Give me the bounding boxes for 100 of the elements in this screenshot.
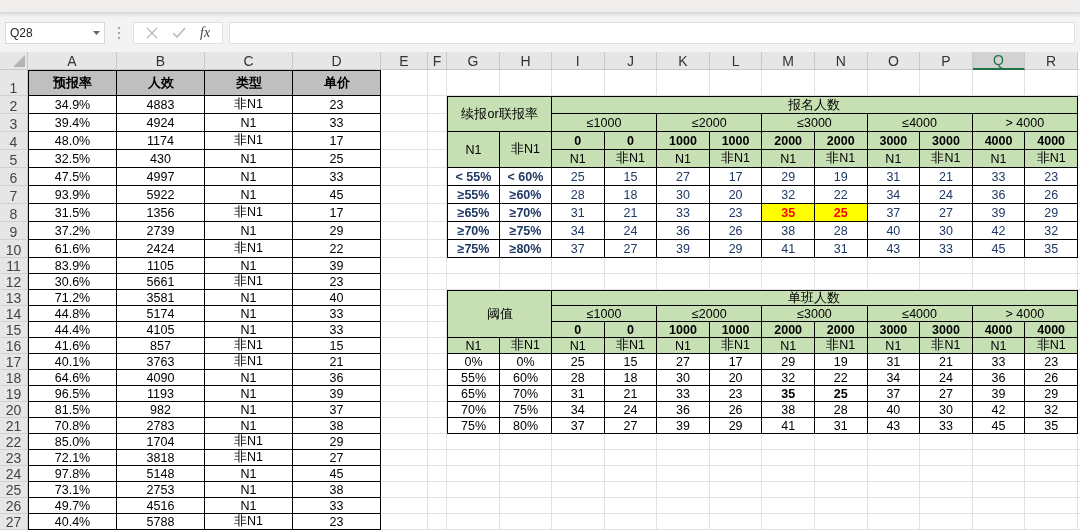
row-header[interactable]: 4: [0, 132, 28, 150]
table-cell: 44.8%: [28, 306, 117, 322]
row-header[interactable]: 24: [0, 466, 28, 482]
column-header[interactable]: D: [293, 52, 381, 70]
row-header[interactable]: 15: [0, 322, 28, 338]
row-label: 75%: [447, 418, 500, 434]
row-header[interactable]: 7: [0, 186, 28, 204]
row-header[interactable]: 25: [0, 482, 28, 498]
table-cell: 72.1%: [28, 450, 117, 466]
row-header[interactable]: 17: [0, 354, 28, 370]
row-header[interactable]: 1: [0, 70, 28, 96]
row-header[interactable]: 5: [0, 150, 28, 168]
table-heading: 0: [552, 132, 605, 150]
table-cell: 29: [293, 434, 381, 450]
table-cell: 29: [293, 222, 381, 240]
table-cell: 28: [814, 222, 868, 240]
row-header[interactable]: 27: [0, 514, 28, 530]
table-cell: 27: [657, 354, 710, 370]
column-header[interactable]: Q: [972, 52, 1026, 70]
column-header[interactable]: N: [814, 52, 868, 70]
row-label: ≥60%: [500, 186, 552, 204]
table-cell: 34: [867, 186, 921, 204]
table-cell: 28: [814, 402, 868, 418]
row-header[interactable]: 11: [0, 258, 28, 274]
column-header[interactable]: E: [381, 52, 428, 70]
row-header[interactable]: 22: [0, 434, 28, 450]
table-cell: 4105: [117, 322, 205, 338]
table-cell: 39: [972, 386, 1026, 402]
table-cell: 2424: [117, 240, 205, 258]
row-header[interactable]: 20: [0, 402, 28, 418]
row-header[interactable]: 12: [0, 274, 28, 290]
row-header[interactable]: 21: [0, 418, 28, 434]
table-cell: 38: [293, 482, 381, 498]
column-header[interactable]: I: [552, 52, 605, 70]
select-all-icon[interactable]: [13, 55, 25, 67]
table-cell: 37: [552, 418, 605, 434]
table-cell: 17: [709, 354, 763, 370]
table-heading: N1: [552, 150, 605, 168]
table-cell: 36: [657, 402, 710, 418]
row-header[interactable]: 6: [0, 168, 28, 186]
caret-icon: [93, 31, 100, 35]
table-heading: 2000: [762, 322, 815, 338]
table-heading: > 4000: [972, 306, 1078, 322]
row-header[interactable]: 9: [0, 222, 28, 240]
row-header[interactable]: 26: [0, 498, 28, 514]
table-cell: 23: [1025, 354, 1078, 370]
table-cell: 22: [293, 240, 381, 258]
table-heading: 非N1: [604, 150, 658, 168]
table-cell: 45: [972, 418, 1026, 434]
column-header[interactable]: M: [762, 52, 815, 70]
table-cell: 33: [293, 168, 381, 186]
row-header[interactable]: 3: [0, 114, 28, 132]
formula-field[interactable]: [229, 22, 1075, 44]
table-cell: 430: [117, 150, 205, 168]
row-header[interactable]: 10: [0, 240, 28, 258]
table-cell: 33: [657, 386, 710, 402]
table-heading: ≤1000: [552, 114, 658, 132]
column-header[interactable]: G: [447, 52, 500, 70]
table-cell: 49.7%: [28, 498, 117, 514]
table-cell: 73.1%: [28, 482, 117, 498]
name-box[interactable]: Q28: [5, 22, 105, 44]
table-cell: N1: [205, 386, 293, 402]
check-icon[interactable]: [172, 27, 186, 39]
column-header[interactable]: B: [117, 52, 205, 70]
column-header[interactable]: F: [428, 52, 447, 70]
row-header[interactable]: 13: [0, 290, 28, 306]
row-header[interactable]: 8: [0, 204, 28, 222]
table-cell: 37: [552, 240, 605, 258]
cancel-icon[interactable]: [146, 27, 158, 39]
table-cell: 23: [293, 96, 381, 114]
table-cell: 40: [867, 222, 921, 240]
row-header[interactable]: 23: [0, 450, 28, 466]
row-header[interactable]: 19: [0, 386, 28, 402]
column-header[interactable]: L: [709, 52, 763, 70]
row-header[interactable]: 2: [0, 96, 28, 114]
table-cell: 非N1: [205, 450, 293, 466]
row-header[interactable]: 16: [0, 338, 28, 354]
table-cell: 39: [293, 386, 381, 402]
drag-handle-icon[interactable]: [116, 26, 122, 40]
column-header[interactable]: P: [920, 52, 973, 70]
column-header[interactable]: A: [28, 52, 117, 70]
column-header[interactable]: R: [1025, 52, 1078, 70]
table-cell: 32: [1025, 222, 1078, 240]
table-cell: 24: [604, 222, 658, 240]
column-header[interactable]: K: [657, 52, 710, 70]
column-header[interactable]: O: [867, 52, 921, 70]
table-heading: 3000: [920, 322, 973, 338]
row-header[interactable]: 18: [0, 370, 28, 386]
table-cell: 38: [762, 402, 815, 418]
column-header[interactable]: J: [604, 52, 658, 70]
table-cell: 33: [657, 204, 710, 222]
table-cell: 35: [1025, 418, 1078, 434]
table-cell: 1704: [117, 434, 205, 450]
row-header[interactable]: 14: [0, 306, 28, 322]
column-header[interactable]: H: [500, 52, 552, 70]
row-label: < 60%: [500, 168, 552, 186]
table-cell: 非N1: [205, 274, 293, 290]
column-header[interactable]: C: [205, 52, 293, 70]
insert-function-button[interactable]: fx: [200, 25, 211, 41]
table-heading: ≤1000: [552, 306, 658, 322]
